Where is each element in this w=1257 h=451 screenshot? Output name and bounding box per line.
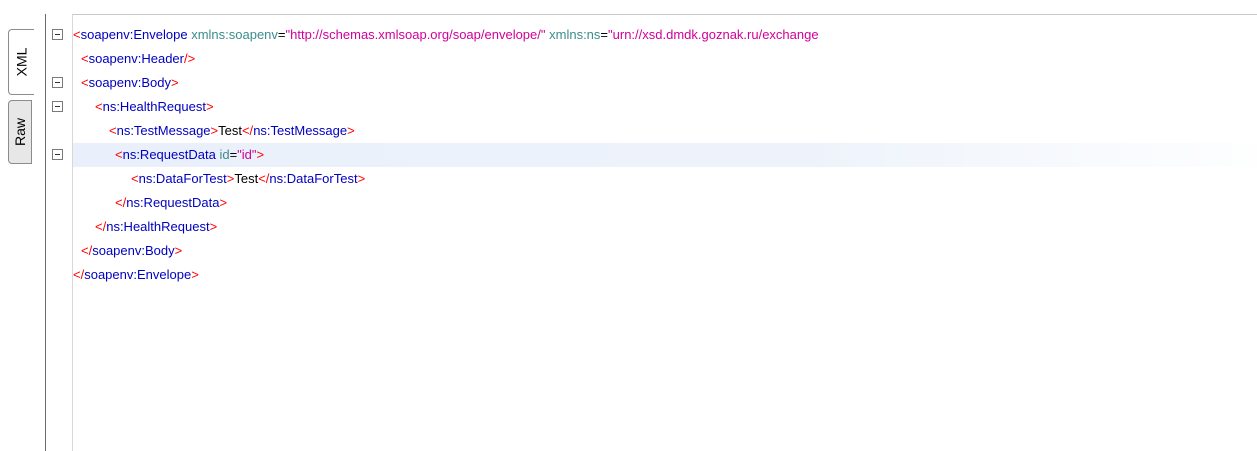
xml-bracket: > [205, 99, 214, 114]
xml-attribute-value: "urn://xsd.dmdk.goznak.ru/exchange [608, 27, 819, 42]
xml-tag-name: soapenv:Envelope [80, 27, 188, 42]
xml-bracket: > [219, 195, 228, 210]
xml-bracket: > [357, 171, 366, 186]
xml-tag-name: ns:TestMessage [116, 123, 211, 138]
view-tab-strip: XML Raw [0, 14, 46, 451]
code-line[interactable]: <ns:HealthRequest> [73, 95, 1257, 119]
xml-text-content: Test [218, 123, 242, 138]
xml-text-content: Test [234, 171, 259, 186]
xml-tag-name: soapenv:Body [92, 243, 175, 258]
xml-bracket: < [109, 123, 117, 138]
xml-bracket: </ [81, 243, 93, 258]
code-line[interactable]: <ns:TestMessage>Test</ns:TestMessage> [73, 119, 1257, 143]
xml-bracket: > [256, 147, 265, 162]
xml-bracket: > [171, 75, 179, 90]
xml-tag-name: ns:DataForTest [269, 171, 358, 186]
code-line[interactable]: <soapenv:Header/> [73, 47, 1257, 71]
xml-attribute-value: "http://schemas.xmlsoap.org/soap/envelop… [285, 27, 546, 42]
xml-tag-name: soapenv:Header [88, 51, 184, 66]
xml-tag-name: soapenv:Envelope [84, 267, 192, 282]
xml-bracket: </ [115, 195, 127, 210]
collapse-icon[interactable] [52, 149, 63, 160]
xml-equals: = [600, 27, 609, 42]
code-line[interactable]: <soapenv:Body> [73, 71, 1257, 95]
tab-xml[interactable]: XML [8, 29, 34, 95]
xml-attribute-value: "id" [237, 147, 257, 162]
collapse-icon[interactable] [52, 29, 63, 40]
xml-bracket: < [81, 51, 89, 66]
code-line[interactable]: </ns:HealthRequest> [73, 215, 1257, 239]
code-line[interactable]: </ns:RequestData> [73, 191, 1257, 215]
collapse-icon[interactable] [52, 77, 63, 88]
tab-xml-label: XML [13, 47, 30, 77]
xml-attribute-name: id [219, 147, 230, 162]
xml-bracket: < [81, 75, 89, 90]
tab-raw[interactable]: Raw [8, 100, 32, 164]
xml-bracket: /> [184, 51, 196, 66]
xml-bracket: </ [241, 123, 254, 138]
xml-attribute-name: xmlns:ns [549, 27, 601, 42]
collapse-icon[interactable] [52, 101, 63, 112]
xml-attribute-name: xmlns:soapenv [191, 27, 278, 42]
xml-bracket: </ [95, 219, 107, 234]
xml-bracket: > [347, 123, 355, 138]
xml-bracket: > [209, 219, 218, 234]
code-line[interactable]: </soapenv:Body> [73, 239, 1257, 263]
xml-tag-name: ns:RequestData [126, 195, 220, 210]
code-line[interactable]: </soapenv:Envelope> [73, 263, 1257, 287]
xml-tag-name: ns:RequestData [122, 147, 216, 162]
code-line[interactable]: <ns:DataForTest>Test</ns:DataForTest> [73, 167, 1257, 191]
xml-bracket: > [210, 123, 219, 138]
xml-tag-name: ns:HealthRequest [106, 219, 210, 234]
xml-bracket: < [73, 27, 81, 42]
xml-bracket: </ [258, 171, 270, 186]
xml-bracket: < [95, 99, 103, 114]
xml-tag-name: ns:HealthRequest [102, 99, 206, 114]
xml-tag-name: ns:TestMessage [253, 123, 348, 138]
xml-editor[interactable]: <soapenv:Envelope xmlns:soapenv="http://… [73, 14, 1257, 451]
xml-tag-name: ns:DataForTest [138, 171, 227, 186]
code-line[interactable]: <ns:RequestData id="id"> [73, 143, 1257, 167]
xml-tag-name: soapenv:Body [88, 75, 171, 90]
fold-gutter [46, 14, 73, 451]
code-line[interactable]: <soapenv:Envelope xmlns:soapenv="http://… [73, 23, 1257, 47]
top-border [0, 0, 1257, 15]
xml-bracket: </ [73, 267, 85, 282]
xml-bracket: < [115, 147, 123, 162]
xml-bracket: < [131, 171, 139, 186]
xml-equals: = [277, 27, 286, 42]
xml-bracket: > [174, 243, 183, 258]
xml-bracket: > [191, 267, 199, 282]
tab-raw-label: Raw [12, 117, 29, 147]
